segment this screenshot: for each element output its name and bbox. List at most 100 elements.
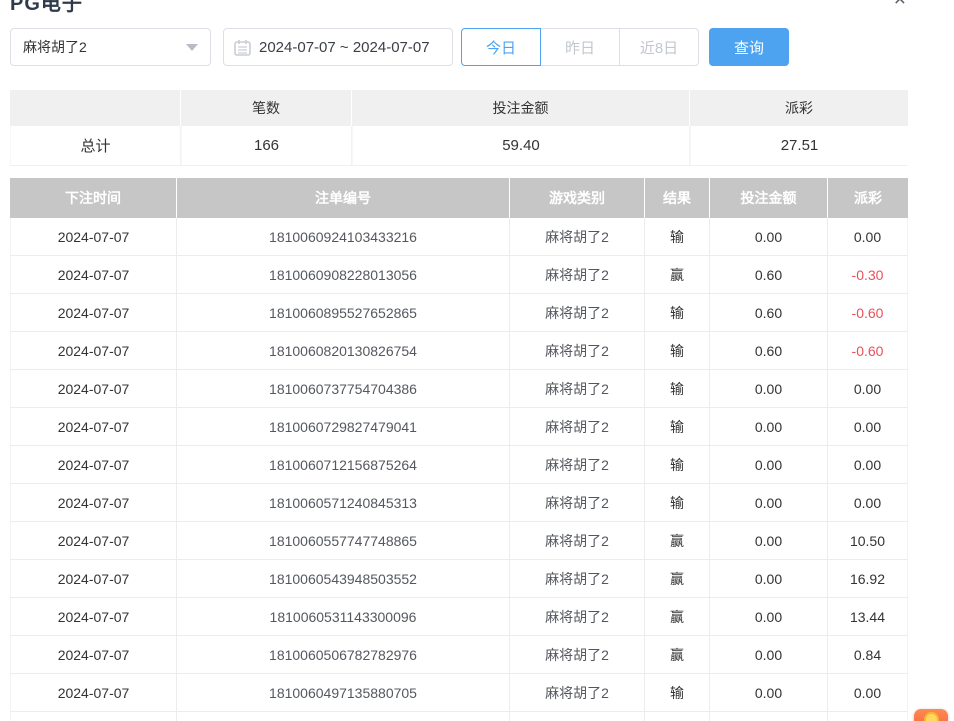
table-row: 2024-07-07 1810060497135880705 麻将胡了2 输 0… [10, 674, 908, 712]
cell-result: 赢 [645, 522, 710, 559]
summary-total-count: 166 [181, 126, 352, 165]
cell-bet-id: 1810060557747748865 [177, 522, 510, 559]
cell-bet-id: 1810060497135880705 [177, 674, 510, 711]
table-row: 2024-07-07 1810060895527652865 麻将胡了2 输 0… [10, 294, 908, 332]
date-range-input[interactable]: 2024-07-07 ~ 2024-07-07 [223, 28, 453, 66]
cell-bet-amount: 0.60 [710, 332, 828, 369]
cell-game-type: 麻将胡了2 [510, 256, 645, 293]
cell-bet-id: 1810060506782782976 [177, 636, 510, 673]
summary-header-count: 笔数 [181, 90, 352, 126]
cell-payout: 0.00 [828, 408, 908, 445]
cell-bet-id: 1810060924103433216 [177, 218, 510, 255]
cell-bet-time: 2024-07-07 [10, 218, 177, 255]
cell-bet-amount: 0.00 [710, 674, 828, 711]
cell-bet-id: 1810060737754704386 [177, 370, 510, 407]
yesterday-button[interactable]: 昨日 [540, 28, 620, 66]
cell-bet-amount: 0.00 [710, 598, 828, 635]
cell-payout: 16.92 [828, 560, 908, 597]
table-row: 2024-07-07 1810060729827479041 麻将胡了2 输 0… [10, 408, 908, 446]
cell-bet-time: 2024-07-07 [10, 674, 177, 711]
cell-game-type: 麻将胡了2 [510, 522, 645, 559]
cell-result: 输 [645, 484, 710, 521]
cell-game-type: 麻将胡了2 [510, 636, 645, 673]
cell-bet-time: 2024-07-07 [10, 332, 177, 369]
cell-payout: 0.00 [828, 674, 908, 711]
cell-bet-id: 1810060908228013056 [177, 256, 510, 293]
cell-result: 输 [645, 218, 710, 255]
col-header-game-type: 游戏类别 [510, 178, 645, 218]
cell-game-type: 麻将胡了2 [510, 218, 645, 255]
cell-result: 输 [645, 294, 710, 331]
bet-table-body: 2024-07-07 1810060924103433216 麻将胡了2 输 0… [10, 218, 908, 712]
cell-bet-amount: 0.00 [710, 484, 828, 521]
cell-payout: 0.00 [828, 370, 908, 407]
filter-bar: 麻将胡了2 2024-07-07 ~ 2024-07-07 今日 昨日 近8日 … [10, 28, 789, 66]
cell-payout: 10.50 [828, 522, 908, 559]
table-row: 2024-07-07 1810060571240845313 麻将胡了2 输 0… [10, 484, 908, 522]
table-row: 2024-07-07 1810060557747748865 麻将胡了2 赢 0… [10, 522, 908, 560]
cell-result: 输 [645, 408, 710, 445]
cell-bet-time: 2024-07-07 [10, 294, 177, 331]
summary-total-row: 总计 166 59.40 27.51 [10, 126, 908, 166]
table-row: 2024-07-07 1810060506782782976 麻将胡了2 赢 0… [10, 636, 908, 674]
cell-bet-id: 1810060820130826754 [177, 332, 510, 369]
cell-bet-amount: 0.60 [710, 256, 828, 293]
game-select-value: 麻将胡了2 [23, 37, 87, 57]
table-header-row: 下注时间 注单编号 游戏类别 结果 投注金额 派彩 [10, 178, 908, 218]
cell-result: 输 [645, 332, 710, 369]
cell-bet-amount: 0.60 [710, 294, 828, 331]
col-header-payout: 派彩 [828, 178, 908, 218]
cell-bet-id: 1810060895527652865 [177, 294, 510, 331]
cell-payout: 0.00 [828, 218, 908, 255]
game-select[interactable]: 麻将胡了2 [10, 28, 211, 66]
promo-float-button[interactable] [914, 709, 948, 721]
cell-game-type: 麻将胡了2 [510, 408, 645, 445]
table-row-partial [10, 712, 908, 721]
table-row: 2024-07-07 1810060924103433216 麻将胡了2 输 0… [10, 218, 908, 256]
close-icon[interactable]: × [894, 0, 906, 10]
col-header-bet-amount: 投注金额 [710, 178, 828, 218]
summary-total-payout: 27.51 [690, 126, 908, 165]
summary-header-payout: 派彩 [690, 90, 908, 126]
cell-bet-amount: 0.00 [710, 446, 828, 483]
cell-bet-amount: 0.00 [710, 370, 828, 407]
cell-payout: 13.44 [828, 598, 908, 635]
cell-game-type: 麻将胡了2 [510, 370, 645, 407]
page-title: PG电子 [10, 0, 83, 16]
cell-result: 赢 [645, 636, 710, 673]
table-row: 2024-07-07 1810060908228013056 麻将胡了2 赢 0… [10, 256, 908, 294]
summary-table: 笔数 投注金额 派彩 总计 166 59.40 27.51 [10, 90, 908, 166]
cell-result: 输 [645, 674, 710, 711]
cell-bet-time: 2024-07-07 [10, 522, 177, 559]
cell-payout: -0.60 [828, 332, 908, 369]
summary-header-bet-amount: 投注金额 [352, 90, 690, 126]
cell-bet-time: 2024-07-07 [10, 408, 177, 445]
table-row: 2024-07-07 1810060531143300096 麻将胡了2 赢 0… [10, 598, 908, 636]
cell-bet-id: 1810060543948503552 [177, 560, 510, 597]
bet-records-table: 下注时间 注单编号 游戏类别 结果 投注金额 派彩 2024-07-07 181… [10, 178, 908, 721]
chevron-down-icon [186, 44, 198, 51]
cell-bet-time: 2024-07-07 [10, 484, 177, 521]
table-row: 2024-07-07 1810060543948503552 麻将胡了2 赢 0… [10, 560, 908, 598]
cell-bet-id: 1810060729827479041 [177, 408, 510, 445]
cell-bet-time: 2024-07-07 [10, 598, 177, 635]
cell-game-type: 麻将胡了2 [510, 484, 645, 521]
cell-result: 赢 [645, 256, 710, 293]
calendar-icon [234, 39, 251, 56]
cell-result: 赢 [645, 560, 710, 597]
last-8-days-button[interactable]: 近8日 [619, 28, 699, 66]
cell-bet-time: 2024-07-07 [10, 560, 177, 597]
coin-icon [924, 712, 939, 721]
today-button[interactable]: 今日 [461, 28, 541, 66]
cell-payout: 0.00 [828, 484, 908, 521]
cell-game-type: 麻将胡了2 [510, 332, 645, 369]
summary-total-bet-amount: 59.40 [352, 126, 690, 165]
date-range-value: 2024-07-07 ~ 2024-07-07 [259, 39, 430, 56]
table-row: 2024-07-07 1810060820130826754 麻将胡了2 输 0… [10, 332, 908, 370]
query-button[interactable]: 查询 [709, 28, 789, 66]
betting-records-panel: PG电子 × 麻将胡了2 2024-07-07 ~ 2024-07-07 今日 … [0, 0, 954, 721]
cell-game-type: 麻将胡了2 [510, 560, 645, 597]
quick-range-group: 今日 昨日 近8日 [461, 28, 699, 66]
table-row: 2024-07-07 1810060737754704386 麻将胡了2 输 0… [10, 370, 908, 408]
cell-bet-amount: 0.00 [710, 218, 828, 255]
